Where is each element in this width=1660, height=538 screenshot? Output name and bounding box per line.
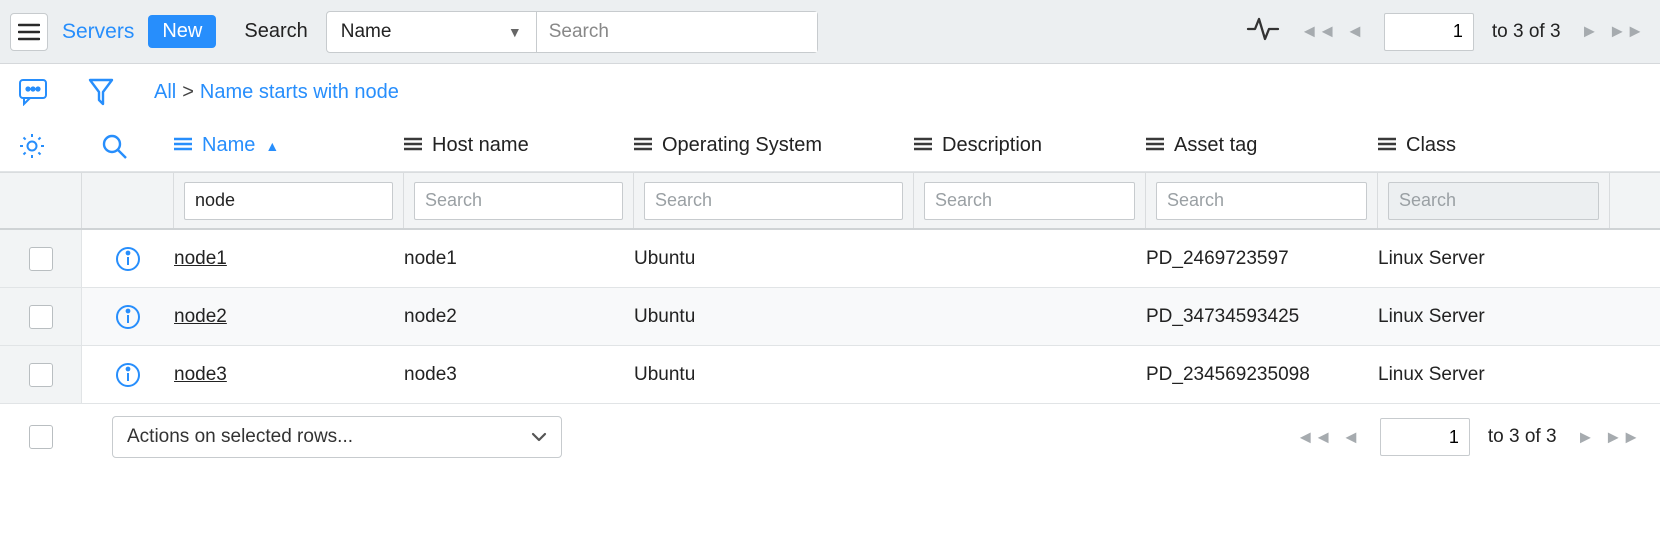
column-header-hostname[interactable]: Host name	[404, 134, 634, 157]
footer-page-number-input[interactable]	[1380, 418, 1470, 456]
last-page-icon[interactable]: ►►	[1606, 21, 1646, 42]
new-button[interactable]: New	[148, 15, 216, 48]
info-icon	[115, 246, 141, 272]
search-input-wrap	[537, 12, 817, 52]
column-header-description[interactable]: Description	[914, 134, 1146, 157]
column-filter-row	[0, 172, 1660, 230]
page-range-text: to 3 of 3	[1492, 21, 1561, 43]
sort-asc-icon: ▲	[265, 138, 279, 154]
comment-icon[interactable]	[18, 78, 48, 106]
info-icon	[115, 304, 141, 330]
page-number-input[interactable]	[1384, 13, 1474, 51]
search-icon	[100, 132, 128, 160]
footer-page-range-text: to 3 of 3	[1488, 426, 1557, 448]
search-field-group: Name ▼	[326, 11, 818, 53]
column-header-os[interactable]: Operating System	[634, 134, 914, 157]
column-menu-icon	[174, 134, 192, 157]
column-menu-icon	[1378, 134, 1396, 157]
bulk-actions-label: Actions on selected rows...	[127, 426, 353, 448]
breadcrumb-separator: >	[182, 81, 194, 104]
row-info-button[interactable]	[82, 362, 174, 388]
next-page-icon[interactable]: ►	[1575, 427, 1597, 448]
row-host: node1	[404, 248, 634, 270]
filter-input-class[interactable]	[1388, 182, 1599, 220]
activity-icon[interactable]	[1246, 15, 1280, 49]
pager-nav-left: ◄◄ ◄	[1298, 21, 1365, 42]
row-asset: PD_34734593425	[1146, 306, 1378, 328]
column-label: Class	[1406, 134, 1456, 157]
toolbar-right: ◄◄ ◄ to 3 of 3 ► ►►	[1246, 13, 1646, 51]
column-label: Name	[202, 134, 255, 157]
row-info-button[interactable]	[82, 304, 174, 330]
row-name-link[interactable]: node1	[174, 248, 227, 269]
search-label: Search	[244, 20, 307, 43]
table-row: node2 node2 Ubuntu PD_34734593425 Linux …	[0, 288, 1660, 346]
row-name-link[interactable]: node2	[174, 306, 227, 327]
column-menu-icon	[1146, 134, 1164, 157]
column-label: Host name	[432, 134, 529, 157]
filter-input-assettag[interactable]	[1156, 182, 1367, 220]
row-os: Ubuntu	[634, 248, 914, 270]
table-footer: Actions on selected rows... ◄◄ ◄ to 3 of…	[0, 404, 1660, 470]
info-icon	[115, 362, 141, 388]
settings-button[interactable]	[0, 132, 82, 160]
row-os: Ubuntu	[634, 306, 914, 328]
row-class: Linux Server	[1378, 306, 1610, 328]
row-host: node2	[404, 306, 634, 328]
breadcrumb: All > Name starts with node	[154, 81, 399, 104]
row-host: node3	[404, 364, 634, 386]
first-page-icon[interactable]: ◄◄	[1294, 427, 1334, 448]
search-field-select[interactable]: Name ▼	[327, 12, 537, 52]
select-all-checkbox[interactable]	[29, 425, 53, 449]
row-asset: PD_234569235098	[1146, 364, 1378, 386]
breadcrumb-filter[interactable]: Name starts with node	[200, 81, 399, 104]
column-header-row: Name ▲ Host name Operating System Descri…	[0, 120, 1660, 172]
search-input[interactable]	[537, 12, 817, 52]
column-menu-icon	[634, 134, 652, 157]
hamburger-icon	[18, 23, 40, 41]
row-checkbox[interactable]	[29, 305, 53, 329]
last-page-icon[interactable]: ►►	[1602, 427, 1642, 448]
row-checkbox[interactable]	[29, 363, 53, 387]
chevron-down-icon	[531, 426, 547, 448]
servers-link[interactable]: Servers	[60, 20, 136, 44]
row-info-button[interactable]	[82, 246, 174, 272]
row-os: Ubuntu	[634, 364, 914, 386]
filter-input-name[interactable]	[184, 182, 393, 220]
column-label: Asset tag	[1174, 134, 1257, 157]
gear-icon	[18, 132, 46, 160]
column-label: Operating System	[662, 134, 822, 157]
column-menu-icon	[404, 134, 422, 157]
column-menu-icon	[914, 134, 932, 157]
row-asset: PD_2469723597	[1146, 248, 1378, 270]
top-toolbar: Servers New Search Name ▼ ◄◄ ◄ to 3 of 3…	[0, 0, 1660, 64]
row-checkbox[interactable]	[29, 247, 53, 271]
menu-button[interactable]	[10, 13, 48, 51]
row-name-link[interactable]: node3	[174, 364, 227, 385]
chevron-down-icon: ▼	[508, 24, 522, 40]
pager-nav-right: ► ►►	[1579, 21, 1646, 42]
filter-input-description[interactable]	[924, 182, 1135, 220]
next-page-icon[interactable]: ►	[1579, 21, 1601, 42]
table-row: node3 node3 Ubuntu PD_234569235098 Linux…	[0, 346, 1660, 404]
bulk-actions-select[interactable]: Actions on selected rows...	[112, 416, 562, 458]
filter-row: All > Name starts with node	[0, 64, 1660, 120]
row-class: Linux Server	[1378, 364, 1610, 386]
column-header-name[interactable]: Name ▲	[174, 134, 404, 157]
filter-icon[interactable]	[88, 77, 114, 107]
column-header-class[interactable]: Class	[1378, 134, 1610, 157]
first-page-icon[interactable]: ◄◄	[1298, 21, 1338, 42]
footer-pager: ◄◄ ◄ to 3 of 3 ► ►►	[1294, 418, 1642, 456]
table-row: node1 node1 Ubuntu PD_2469723597 Linux S…	[0, 230, 1660, 288]
filter-input-hostname[interactable]	[414, 182, 623, 220]
search-column-button[interactable]	[82, 132, 174, 160]
filter-input-os[interactable]	[644, 182, 903, 220]
column-header-assettag[interactable]: Asset tag	[1146, 134, 1378, 157]
prev-page-icon[interactable]: ◄	[1340, 427, 1362, 448]
row-class: Linux Server	[1378, 248, 1610, 270]
column-label: Description	[942, 134, 1042, 157]
prev-page-icon[interactable]: ◄	[1344, 21, 1366, 42]
search-field-value: Name	[341, 21, 392, 43]
breadcrumb-all[interactable]: All	[154, 81, 176, 104]
